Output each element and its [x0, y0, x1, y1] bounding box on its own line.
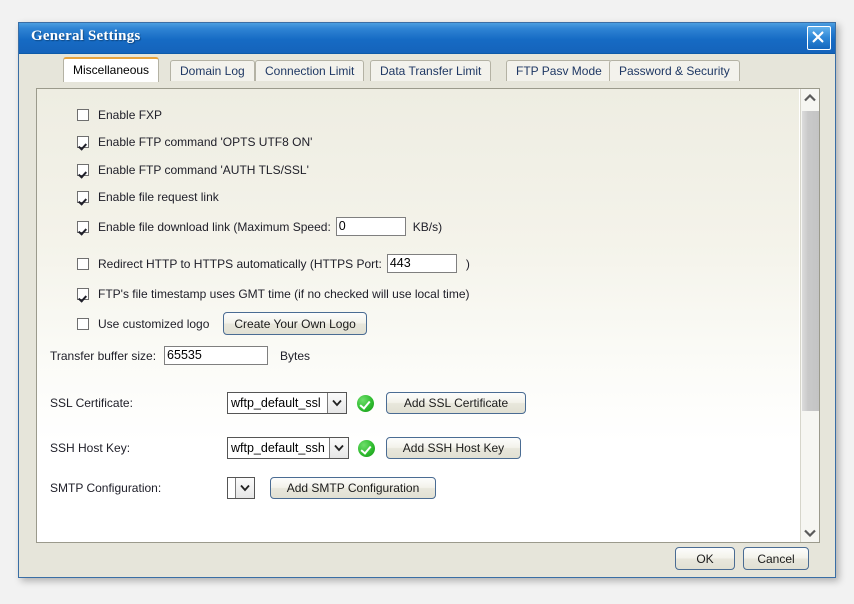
settings-panel-content: Enable FXP Enable FTP command 'OPTS UTF8… [37, 89, 799, 542]
dialog-footer: OK Cancel [19, 543, 835, 577]
label-enable-fxp: Enable FXP [98, 108, 163, 122]
ssh-host-key-value: wftp_default_ssh [231, 441, 325, 455]
close-icon[interactable] [807, 26, 831, 50]
checkbox-opts-utf8[interactable] [77, 136, 89, 148]
row-redirect-https: Redirect HTTP to HTTPS automatically (HT… [77, 254, 470, 273]
checkbox-file-request-link[interactable] [77, 191, 89, 203]
label-kbs: KB/s) [412, 219, 443, 234]
https-port-input[interactable] [386, 254, 457, 273]
tab-connection-limit[interactable]: Connection Limit [255, 60, 365, 81]
row-opts-utf8: Enable FTP command 'OPTS UTF8 ON' [77, 135, 312, 149]
settings-panel: Enable FXP Enable FTP command 'OPTS UTF8… [36, 88, 820, 543]
create-your-own-logo-button[interactable]: Create Your Own Logo [223, 312, 367, 335]
tab-miscellaneous[interactable]: Miscellaneous [63, 57, 160, 82]
scroll-up-button[interactable] [801, 89, 819, 107]
tab-strip: Miscellaneous Domain Log Connection Limi… [19, 54, 835, 82]
row-ssh-host-key: SSH Host Key: wftp_default_ssh Add SSH H… [50, 437, 521, 459]
chevron-up-icon [804, 94, 816, 102]
ok-button[interactable]: OK [675, 547, 735, 570]
tab-ftp-pasv-mode[interactable]: FTP Pasv Mode [506, 60, 612, 81]
smtp-configuration-select[interactable] [227, 477, 255, 499]
label-redirect-close-paren: ) [465, 256, 470, 271]
ssh-host-key-select[interactable]: wftp_default_ssh [227, 437, 349, 459]
label-auth-tls: Enable FTP command 'AUTH TLS/SSL' [98, 163, 309, 177]
label-custom-logo: Use customized logo [98, 316, 210, 331]
tab-data-transfer-limit[interactable]: Data Transfer Limit [370, 60, 492, 81]
transfer-buffer-input[interactable] [164, 346, 269, 365]
general-settings-dialog: General Settings Miscellaneous Domain Lo… [18, 22, 836, 578]
label-ssl-certificate: SSL Certificate: [50, 396, 133, 410]
ssh-host-key-valid-check-icon [358, 439, 375, 457]
checkbox-gmt-timestamp[interactable] [77, 288, 89, 300]
chevron-down-icon [329, 438, 348, 458]
add-smtp-configuration-button[interactable]: Add SMTP Configuration [270, 477, 436, 499]
add-ssl-certificate-button[interactable]: Add SSL Certificate [386, 392, 526, 414]
scroll-down-button[interactable] [801, 524, 819, 542]
dialog-title: General Settings [31, 28, 141, 44]
checkbox-custom-logo[interactable] [77, 317, 89, 330]
checkbox-enable-fxp[interactable] [77, 109, 89, 121]
scrollbar-thumb[interactable] [802, 111, 819, 411]
label-ssh-host-key: SSH Host Key: [50, 441, 131, 455]
tab-domain-log[interactable]: Domain Log [170, 60, 255, 81]
row-enable-fxp: Enable FXP [77, 108, 162, 122]
row-gmt-timestamp: FTP's file timestamp uses GMT time (if n… [77, 287, 470, 301]
checkbox-auth-tls[interactable] [77, 164, 89, 176]
label-file-download-link: Enable file download link (Maximum Speed… [98, 219, 331, 234]
label-redirect-https: Redirect HTTP to HTTPS automatically (HT… [98, 256, 382, 271]
label-bytes: Bytes [280, 348, 311, 363]
ssl-certificate-value: wftp_default_ssl [231, 396, 321, 410]
ssl-certificate-select[interactable]: wftp_default_ssl [227, 392, 347, 414]
chevron-down-icon [804, 529, 816, 537]
tab-password-security[interactable]: Password & Security [609, 60, 740, 81]
label-transfer-buffer: Transfer buffer size: [50, 348, 157, 363]
label-smtp-configuration: SMTP Configuration: [50, 481, 162, 495]
checkbox-redirect-https[interactable] [77, 257, 89, 270]
chevron-down-icon [327, 393, 346, 413]
row-custom-logo: Use customized logo Create Your Own Logo [77, 312, 367, 335]
add-ssh-host-key-button[interactable]: Add SSH Host Key [386, 437, 521, 459]
row-file-request-link: Enable file request link [77, 190, 219, 204]
chevron-down-icon [235, 478, 254, 498]
row-auth-tls: Enable FTP command 'AUTH TLS/SSL' [77, 163, 309, 177]
label-gmt-timestamp: FTP's file timestamp uses GMT time (if n… [98, 287, 470, 301]
panel-scrollbar[interactable] [800, 89, 819, 542]
ssl-certificate-valid-check-icon [357, 394, 374, 412]
row-ssl-certificate: SSL Certificate: wftp_default_ssl Add SS… [50, 392, 526, 414]
cancel-button[interactable]: Cancel [743, 547, 809, 570]
row-smtp-configuration: SMTP Configuration: Add SMTP Configurati… [50, 477, 436, 499]
dialog-titlebar: General Settings [19, 23, 835, 54]
label-file-request-link: Enable file request link [98, 190, 219, 204]
max-speed-input[interactable] [335, 217, 406, 236]
close-x-glyph [812, 31, 824, 43]
row-transfer-buffer: Transfer buffer size: Bytes [50, 346, 310, 365]
label-opts-utf8: Enable FTP command 'OPTS UTF8 ON' [98, 135, 313, 149]
row-file-download-link: Enable file download link (Maximum Speed… [77, 217, 442, 236]
checkbox-file-download-link[interactable] [77, 220, 89, 233]
